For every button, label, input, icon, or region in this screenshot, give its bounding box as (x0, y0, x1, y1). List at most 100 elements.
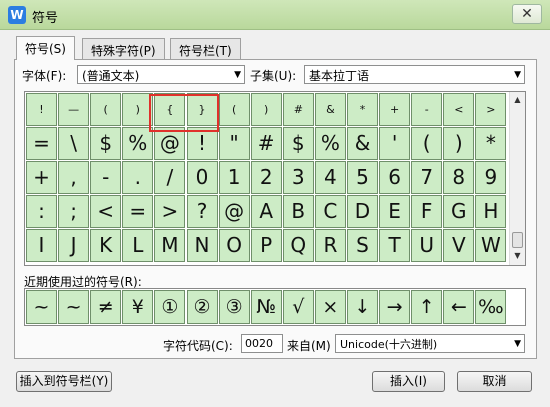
recent-symbol-cell[interactable]: ② (186, 290, 218, 324)
symbol-cell[interactable]: > (154, 195, 186, 228)
symbol-cell[interactable]: 5 (347, 161, 378, 194)
recent-symbol-cell[interactable]: ③ (218, 290, 250, 324)
symbol-cell[interactable]: 7 (411, 161, 443, 194)
symbol-cell[interactable]: L (122, 229, 154, 262)
symbol-cell[interactable]: \ (58, 127, 90, 160)
symbol-cell[interactable]: M (154, 229, 186, 262)
symbol-cell[interactable]: I (26, 229, 57, 262)
symbol-cell[interactable]: ) (443, 127, 475, 160)
tab-symbol-bar[interactable]: 符号栏(T) (170, 38, 241, 59)
close-button[interactable]: ✕ (512, 4, 542, 24)
symbol-cell[interactable]: , (58, 161, 90, 194)
symbol-cell[interactable]: Q (282, 229, 314, 262)
recent-symbol-cell[interactable]: → (379, 290, 411, 324)
scroll-down-icon[interactable]: ▼ (510, 248, 525, 264)
recent-symbol-cell[interactable]: ≠ (90, 290, 122, 324)
symbol-cell[interactable]: — (58, 93, 90, 126)
symbol-cell[interactable]: / (154, 161, 186, 194)
symbol-cell[interactable]: 9 (475, 161, 507, 194)
symbol-cell[interactable]: 4 (314, 161, 346, 194)
symbol-cell[interactable]: ' (379, 127, 411, 160)
symbol-cell[interactable]: ; (58, 195, 90, 228)
scroll-up-icon[interactable]: ▲ (510, 92, 525, 108)
subset-select[interactable]: 基本拉丁语 ▼ (304, 65, 525, 84)
symbol-cell[interactable]: = (122, 195, 154, 228)
symbol-cell[interactable]: H (475, 195, 507, 228)
recent-symbol-cell[interactable]: √ (282, 290, 314, 324)
symbol-cell[interactable]: @ (154, 127, 186, 160)
symbol-cell[interactable]: B (282, 195, 314, 228)
symbol-cell[interactable]: ? (186, 195, 218, 228)
symbol-cell[interactable]: + (379, 93, 411, 126)
insert-button[interactable]: 插入(I) (372, 371, 445, 392)
symbol-cell[interactable]: ) (250, 93, 282, 126)
symbol-cell[interactable]: * (347, 93, 378, 126)
from-select[interactable]: Unicode(十六进制) ▼ (335, 334, 525, 353)
symbol-cell[interactable]: 8 (443, 161, 475, 194)
symbol-cell[interactable]: . (122, 161, 154, 194)
symbol-cell[interactable]: ( (218, 93, 250, 126)
symbol-cell[interactable]: ! (186, 127, 218, 160)
symbol-cell[interactable]: @ (218, 195, 250, 228)
symbol-cell[interactable]: S (347, 229, 378, 262)
symbol-cell[interactable]: # (250, 127, 282, 160)
symbol-cell[interactable]: A (250, 195, 282, 228)
char-code-input[interactable]: 0020 (241, 334, 283, 353)
symbol-cell[interactable]: - (411, 93, 443, 126)
symbol-cell[interactable]: $ (90, 127, 122, 160)
symbol-cell[interactable]: D (347, 195, 378, 228)
symbol-cell[interactable]: + (26, 161, 57, 194)
symbol-cell[interactable]: & (314, 93, 346, 126)
recent-symbol-cell[interactable]: ← (443, 290, 475, 324)
recent-symbol-cell[interactable]: ‰ (475, 290, 507, 324)
symbol-cell[interactable]: P (250, 229, 282, 262)
symbol-cell[interactable]: = (26, 127, 57, 160)
cancel-button[interactable]: 取消 (457, 371, 532, 392)
symbol-cell[interactable]: 1 (218, 161, 250, 194)
insert-to-bar-button[interactable]: 插入到符号栏(Y) (16, 371, 112, 392)
recent-symbol-cell[interactable]: ~ (26, 290, 57, 324)
symbol-cell[interactable]: F (411, 195, 443, 228)
symbol-cell[interactable]: } (186, 93, 218, 126)
symbol-cell[interactable]: < (90, 195, 122, 228)
recent-symbol-cell[interactable]: ↓ (347, 290, 378, 324)
scroll-thumb[interactable] (512, 232, 523, 248)
symbol-cell[interactable]: W (475, 229, 507, 262)
symbol-cell[interactable]: & (347, 127, 378, 160)
symbol-cell[interactable]: $ (282, 127, 314, 160)
symbol-cell[interactable]: # (282, 93, 314, 126)
symbol-cell[interactable]: ! (26, 93, 57, 126)
symbol-cell[interactable]: C (314, 195, 346, 228)
symbol-cell[interactable]: R (314, 229, 346, 262)
symbol-cell[interactable]: % (314, 127, 346, 160)
tab-symbols[interactable]: 符号(S) (16, 36, 75, 60)
symbol-cell[interactable]: O (218, 229, 250, 262)
symbol-cell[interactable]: ( (90, 93, 122, 126)
symbol-cell[interactable]: N (186, 229, 218, 262)
symbol-cell[interactable]: < (443, 93, 475, 126)
symbol-cell[interactable]: - (90, 161, 122, 194)
tab-special-chars[interactable]: 特殊字符(P) (82, 38, 165, 59)
symbol-cell[interactable]: G (443, 195, 475, 228)
symbol-cell[interactable]: % (122, 127, 154, 160)
symbol-cell[interactable]: J (58, 229, 90, 262)
recent-symbol-cell[interactable]: № (250, 290, 282, 324)
vertical-scrollbar[interactable]: ▲ ▼ (509, 92, 525, 265)
symbol-cell[interactable]: > (475, 93, 507, 126)
symbol-cell[interactable]: 6 (379, 161, 411, 194)
recent-symbol-cell[interactable]: ~ (58, 290, 90, 324)
symbol-cell[interactable]: 2 (250, 161, 282, 194)
symbol-cell[interactable]: T (379, 229, 411, 262)
symbol-cell[interactable]: * (475, 127, 507, 160)
symbol-cell[interactable]: " (218, 127, 250, 160)
symbol-cell[interactable]: 0 (186, 161, 218, 194)
symbol-cell[interactable]: { (154, 93, 186, 126)
symbol-cell[interactable]: ) (122, 93, 154, 126)
font-select[interactable]: (普通文本) ▼ (77, 65, 245, 84)
symbol-cell[interactable]: 3 (282, 161, 314, 194)
symbol-cell[interactable]: V (443, 229, 475, 262)
recent-symbol-cell[interactable]: ↑ (411, 290, 443, 324)
recent-symbol-cell[interactable]: ① (154, 290, 186, 324)
recent-symbol-cell[interactable]: × (314, 290, 346, 324)
symbol-cell[interactable]: U (411, 229, 443, 262)
